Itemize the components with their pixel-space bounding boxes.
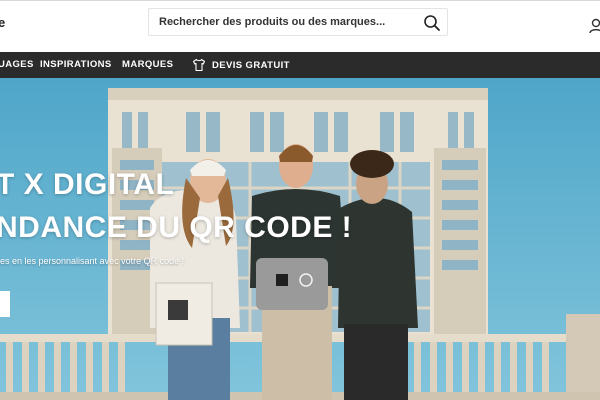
nav-item-devis-gratuit[interactable]: DEVIS GRATUIT bbox=[192, 52, 290, 78]
hero-title-line-2: NDANCE DU QR CODE ! bbox=[0, 211, 353, 244]
nav-item-inspirations[interactable]: INSPIRATIONS bbox=[40, 52, 112, 78]
search-input[interactable] bbox=[159, 9, 409, 35]
site-header: e bbox=[0, 0, 600, 52]
nav-item-usages[interactable]: UAGES bbox=[0, 52, 34, 78]
hero-title-line-1: T X DIGITAL bbox=[0, 168, 175, 201]
nav-item-marques[interactable]: MARQUES bbox=[122, 52, 173, 78]
hero-subtitle: les en les personnalisant avec votre QR … bbox=[0, 256, 185, 266]
hero-banner: T X DIGITAL NDANCE DU QR CODE ! les en l… bbox=[0, 78, 600, 400]
devis-gratuit-label: DEVIS GRATUIT bbox=[212, 59, 290, 71]
search-bar bbox=[148, 8, 448, 36]
search-icon[interactable] bbox=[423, 14, 441, 32]
user-account-icon[interactable] bbox=[589, 18, 600, 34]
site-logo[interactable]: e bbox=[0, 15, 5, 30]
tshirt-icon bbox=[192, 58, 206, 72]
hero-cta-button[interactable] bbox=[0, 291, 10, 317]
main-nav: UAGES INSPIRATIONS MARQUES DEVIS GRATUIT bbox=[0, 52, 600, 78]
